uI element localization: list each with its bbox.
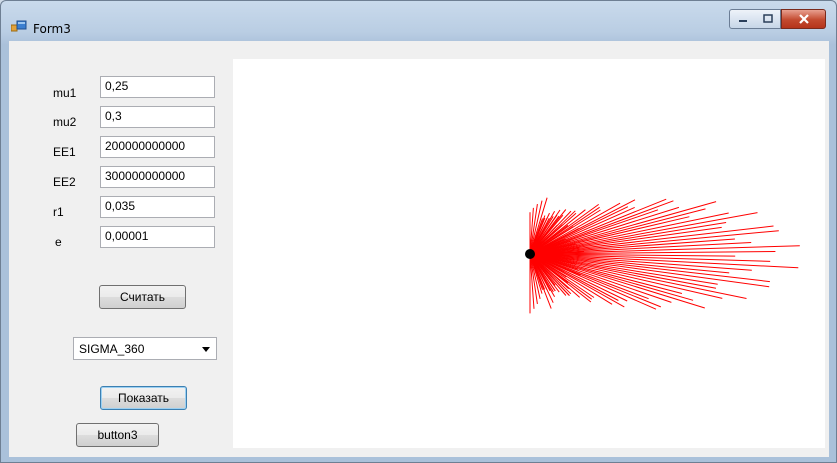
plot-canvas	[525, 197, 800, 314]
mode-select-value: SIGMA_360	[79, 342, 145, 356]
title-bar[interactable]: Form3	[1, 1, 836, 41]
origin-point	[525, 249, 535, 259]
minimize-icon	[738, 20, 747, 22]
plot-panel	[233, 59, 825, 448]
close-icon	[798, 14, 809, 24]
show-button[interactable]: Показать	[100, 386, 187, 410]
mu1-label: mu1	[53, 86, 77, 100]
calculate-button[interactable]: Считать	[99, 285, 186, 309]
winforms-app-icon	[11, 20, 27, 32]
mu2-label: mu2	[53, 115, 77, 129]
r1-input[interactable]: 0,035	[100, 196, 215, 218]
ee1-label: EE1	[53, 145, 76, 159]
close-button[interactable]	[781, 9, 826, 29]
r1-label: r1	[53, 205, 64, 219]
chevron-down-icon	[202, 347, 210, 352]
maximize-button[interactable]	[755, 9, 781, 29]
mu1-input[interactable]: 0,25	[100, 76, 215, 98]
window-title: Form3	[33, 22, 71, 36]
e-label: e	[55, 235, 62, 249]
ee2-label: EE2	[53, 175, 76, 189]
mode-select[interactable]: SIGMA_360	[73, 337, 217, 360]
app-window: Form3 mu1 0,25 mu2 0,3 EE1 200000000000 …	[0, 0, 837, 463]
mu2-input[interactable]: 0,3	[100, 106, 215, 128]
ee2-input[interactable]: 300000000000	[100, 166, 215, 188]
ee1-input[interactable]: 200000000000	[100, 136, 215, 158]
button3[interactable]: button3	[76, 423, 159, 447]
form-client-area: mu1 0,25 mu2 0,3 EE1 200000000000 EE2 30…	[9, 41, 829, 457]
e-input[interactable]: 0,00001	[100, 226, 215, 248]
maximize-icon	[762, 14, 773, 23]
minimize-button[interactable]	[729, 9, 756, 29]
